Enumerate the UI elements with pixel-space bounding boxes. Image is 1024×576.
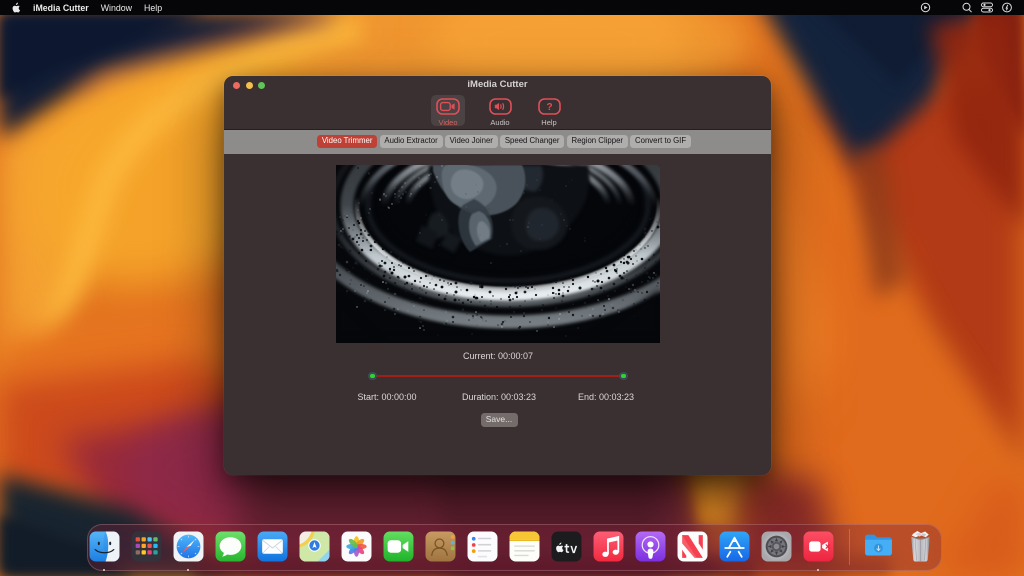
svg-text:?: ? [546, 102, 552, 113]
